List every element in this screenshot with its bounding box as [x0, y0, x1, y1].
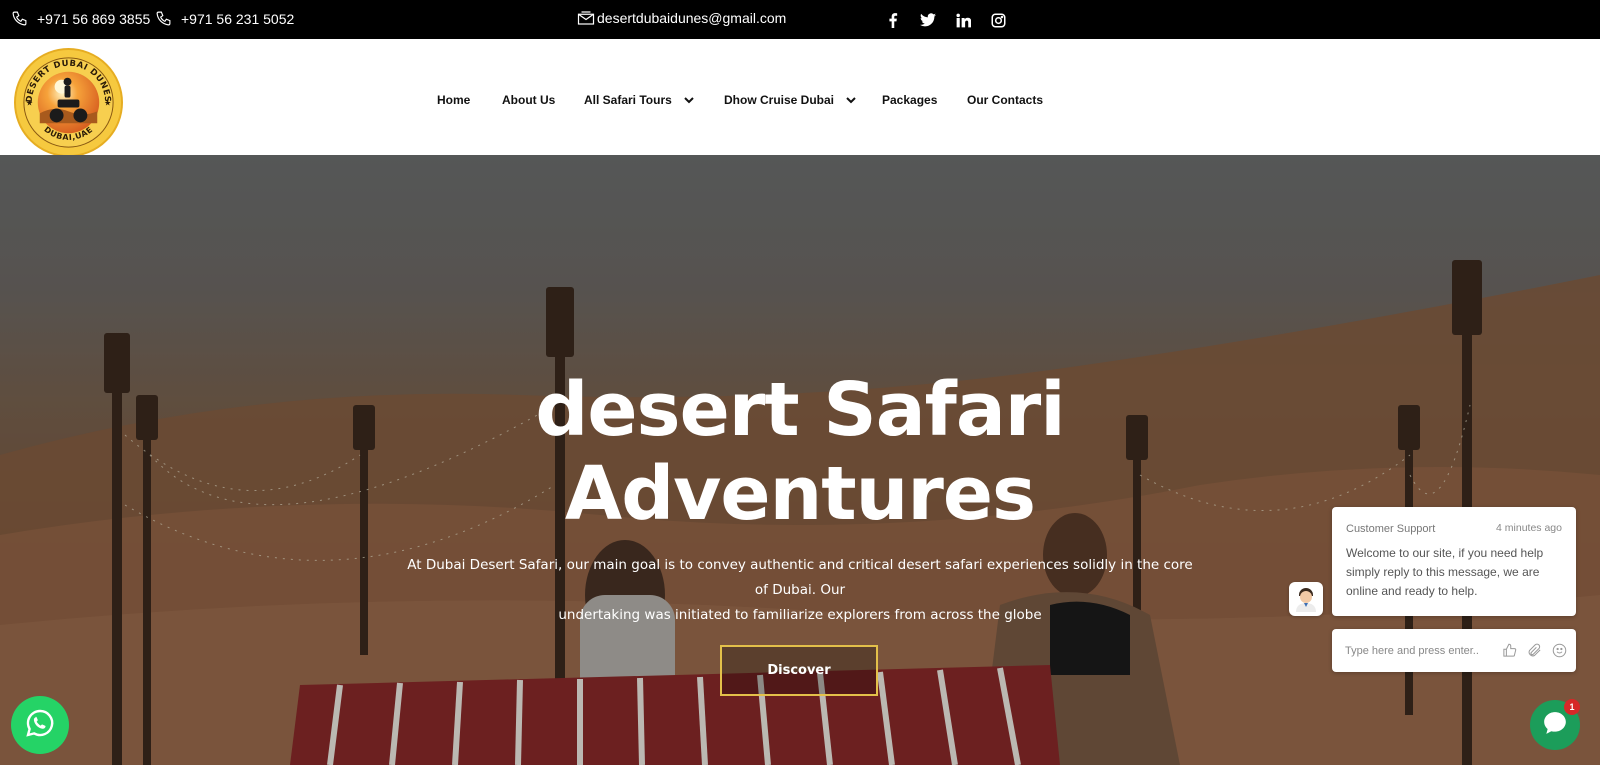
chat-message: Welcome to our site, if you need help si… [1346, 546, 1544, 598]
phone-2-text: +971 56 231 5052 [181, 10, 295, 27]
nav-packages-label: Packages [882, 93, 938, 107]
nav-dhow-cruise-dubai[interactable]: Dhow Cruise Dubai [724, 93, 856, 107]
top-contact-bar: +971 56 869 3855 +971 56 231 5052 desert… [0, 0, 1600, 39]
hero-description-line2: undertaking was initiated to familiarize… [558, 607, 1042, 623]
svg-text:★: ★ [104, 98, 111, 107]
phone-1-text: +971 56 869 3855 [37, 10, 151, 27]
attachment-icon[interactable] [1526, 643, 1542, 659]
hero-section: desert Safari Adventures At Dubai Desert… [0, 155, 1600, 765]
nav-contacts-label: Our Contacts [967, 93, 1044, 107]
hero-title: desert Safari Adventures [400, 368, 1200, 536]
hero-title-line1: desert Safari [535, 367, 1065, 453]
social-links [884, 11, 1007, 29]
nav-packages[interactable]: Packages [882, 93, 937, 107]
svg-text:★: ★ [26, 98, 33, 107]
chat-input-placeholder: Type here and press enter.. [1345, 644, 1479, 657]
phone-icon [11, 10, 28, 27]
mail-icon [577, 10, 595, 26]
chat-sender: Customer Support [1346, 523, 1436, 535]
hero-description-line1: At Dubai Desert Safari, our main goal is… [407, 557, 1193, 598]
chat-message-card: Customer Support 4 minutes ago Welcome t… [1332, 507, 1576, 616]
nav-about-label: About Us [502, 93, 556, 107]
nav-safari-label: All Safari Tours [584, 93, 672, 107]
nav-dhow-label: Dhow Cruise Dubai [724, 93, 835, 107]
email-text: desertdubaidunes@gmail.com [597, 10, 787, 26]
thumbs-up-icon[interactable] [1501, 643, 1517, 659]
chat-unread-badge: 1 [1564, 699, 1580, 715]
hero-description: At Dubai Desert Safari, our main goal is… [400, 553, 1200, 628]
instagram-icon[interactable] [989, 11, 1007, 29]
email-link[interactable]: desertdubaidunes@gmail.com [577, 10, 786, 26]
chat-timestamp: 4 minutes ago [1496, 522, 1562, 534]
nav-about-us[interactable]: About Us [502, 93, 555, 107]
phone-icon [155, 10, 172, 27]
site-header: DESERT DUBAI DUNES DUBAI,UAE ★ ★ Home Ab… [0, 39, 1600, 157]
nav-home-label: Home [437, 93, 471, 107]
twitter-icon[interactable] [919, 11, 937, 29]
support-agent-avatar [1289, 582, 1323, 616]
chat-input[interactable]: Type here and press enter.. [1332, 629, 1576, 672]
phone-1[interactable]: +971 56 869 3855 [11, 10, 150, 27]
hero-title-line2: Adventures [564, 451, 1036, 537]
discover-button[interactable]: Discover [720, 645, 878, 696]
nav-home[interactable]: Home [437, 93, 470, 107]
chat-bubble-icon [1542, 710, 1568, 741]
site-logo[interactable]: DESERT DUBAI DUNES DUBAI,UAE ★ ★ [13, 47, 123, 157]
whatsapp-button[interactable] [11, 696, 69, 754]
linkedin-icon[interactable] [954, 11, 972, 29]
nav-all-safari-tours[interactable]: All Safari Tours [584, 93, 694, 107]
chevron-down-icon [846, 93, 856, 107]
whatsapp-icon [24, 707, 56, 744]
facebook-icon[interactable] [884, 11, 902, 29]
nav-our-contacts[interactable]: Our Contacts [967, 93, 1043, 107]
chevron-down-icon [684, 93, 694, 107]
phone-2[interactable]: +971 56 231 5052 [155, 10, 294, 27]
emoji-icon[interactable] [1551, 643, 1567, 659]
